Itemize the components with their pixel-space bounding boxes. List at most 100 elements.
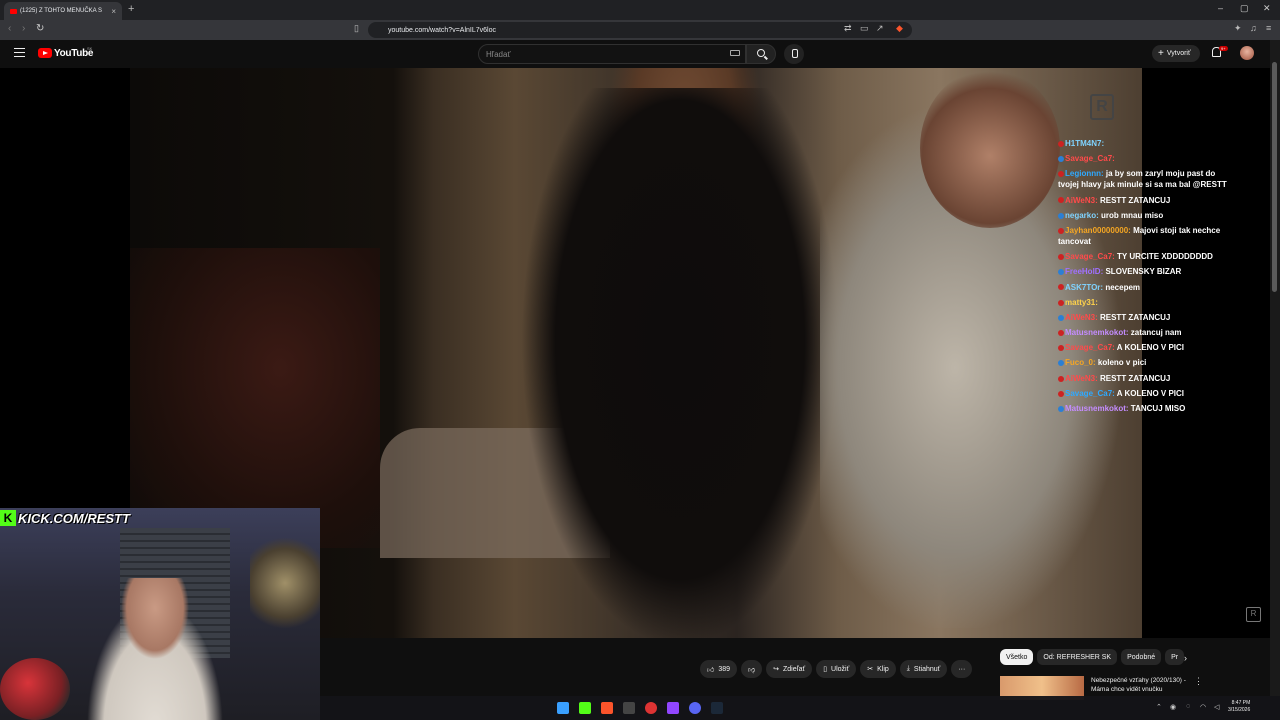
restt-watermark-icon: R <box>1090 94 1114 120</box>
windows-start-icon[interactable] <box>557 702 569 714</box>
chat-message: Legionnn: ja by som zaryl moju past do t… <box>1058 168 1228 190</box>
chat-badge-icon <box>1058 254 1064 261</box>
filter-chip[interactable]: Podobné <box>1121 649 1162 665</box>
more-actions-button[interactable]: ··· <box>951 660 973 678</box>
chat-message: Matusnemkokot: zatancuj nam <box>1058 327 1228 338</box>
app-icon[interactable] <box>623 702 635 714</box>
chat-badge-icon <box>1058 140 1064 147</box>
hamburger-menu-icon[interactable] <box>14 48 25 57</box>
discord-icon[interactable] <box>689 702 701 714</box>
clip-label: Klip <box>877 665 889 673</box>
page-scrollbar[interactable] <box>1270 40 1280 696</box>
chat-badge-icon <box>1058 390 1064 397</box>
kick-logo-icon: K <box>0 510 16 526</box>
bookmark-icon[interactable]: ▯ <box>354 23 359 34</box>
filter-chip[interactable]: Od: REFRESHER SK <box>1037 649 1118 665</box>
chat-text: zatancuj nam <box>1130 328 1182 338</box>
filter-chip[interactable]: Pr <box>1165 649 1185 665</box>
chat-badge-icon <box>1058 197 1064 204</box>
new-tab-button[interactable]: + <box>128 3 134 15</box>
reload-icon[interactable]: ↻ <box>36 23 44 34</box>
chat-text: RESTT ZATANCUJ <box>1099 312 1171 322</box>
kick-app-icon[interactable] <box>579 702 591 714</box>
filter-chip[interactable]: Všetko <box>1000 649 1034 665</box>
search-input[interactable]: Hľadať <box>478 44 746 64</box>
chat-text: TY URCITE XDDDDDDDD <box>1117 252 1213 262</box>
voice-search-icon[interactable] <box>784 44 804 64</box>
brave-shield-icon[interactable]: ◆ <box>896 23 903 34</box>
tray-wifi-icon[interactable]: ◠ <box>1200 703 1206 711</box>
chat-username: Matusnemkokot: <box>1065 404 1129 413</box>
tray-chevron-icon[interactable]: ⌃ <box>1156 703 1162 711</box>
create-button[interactable]: + Vytvoriť <box>1152 45 1200 62</box>
channel-watermark-icon[interactable]: R <box>1246 607 1261 622</box>
recommendation-title[interactable]: Nebezpečné vzťahy (2020/130) - Máma chce… <box>1091 676 1191 694</box>
url-field[interactable]: youtube.com/watch?v=AlnIL7v6loc <box>368 22 912 38</box>
chat-username: Savage_Ca7: <box>1065 252 1115 262</box>
save-icon: ▯ <box>823 666 828 673</box>
maximize-button[interactable]: ▢ <box>1240 3 1249 14</box>
youtube-logo-icon[interactable] <box>38 48 52 58</box>
window-close-button[interactable]: ✕ <box>1263 3 1271 14</box>
video-scene-woman <box>520 88 840 638</box>
save-label: Uložiť <box>831 665 850 673</box>
cast-icon[interactable]: ▭ <box>860 23 869 34</box>
download-button[interactable]: ⤓ Stiahnuť <box>899 660 948 678</box>
share-page-icon[interactable]: ↗ <box>876 23 884 34</box>
chat-username: H1TM4N7: <box>1065 139 1105 148</box>
twitch-icon[interactable] <box>667 702 679 714</box>
chat-username: FreeHolD: <box>1065 267 1104 277</box>
chat-badge-icon <box>1058 156 1064 163</box>
avatar[interactable] <box>1240 46 1254 60</box>
search-button[interactable] <box>746 44 776 64</box>
chat-message: H1TM4N7: <box>1058 138 1228 149</box>
save-button[interactable]: ▯ Uložiť <box>816 660 857 678</box>
chat-username: Savage_Ca7: <box>1065 343 1115 353</box>
keyboard-icon[interactable] <box>730 50 740 56</box>
clock[interactable]: 8:47 PM 3/15/2026 <box>1228 700 1250 714</box>
translate-icon[interactable]: ⇄ <box>844 23 852 34</box>
tab-title: (1225) Z TOHTO MENUČKA S <box>20 8 103 14</box>
tab-close-icon[interactable]: × <box>111 7 116 16</box>
dislike-button[interactable]: 👎︎ <box>741 660 763 678</box>
chat-badge-icon <box>1058 284 1064 291</box>
create-label: Vytvoriť <box>1166 50 1191 57</box>
minimize-button[interactable]: – <box>1218 3 1223 13</box>
clip-button[interactable]: ✂ Klip <box>860 660 896 678</box>
chat-username: Fuco_0: <box>1065 358 1096 368</box>
tray-network-icon[interactable]: ◌ <box>1186 703 1190 710</box>
chat-message: Savage_Ca7: <box>1058 153 1228 164</box>
scrollbar-thumb[interactable] <box>1272 62 1277 292</box>
media-icon[interactable]: ♫ <box>1250 23 1257 33</box>
chat-message: Savage_Ca7: A KOLENO V PICI <box>1058 388 1228 399</box>
tray-app-icon[interactable]: ◉ <box>1170 703 1176 711</box>
video-scene-left <box>130 248 380 548</box>
kick-banner: K KICK.COM/RESTT <box>0 509 130 527</box>
tray-volume-icon[interactable]: ◁ <box>1214 703 1219 711</box>
forward-icon[interactable]: › <box>22 23 25 34</box>
share-button[interactable]: ↪ Zdieľať <box>766 660 813 678</box>
chat-text: A KOLENO V PICI <box>1116 388 1185 398</box>
browser-tab[interactable]: (1225) Z TOHTO MENUČKA S × <box>4 2 122 20</box>
steam-icon[interactable] <box>711 702 723 714</box>
recommendation-more-icon[interactable]: ⋮ <box>1194 676 1203 687</box>
chat-username: AiWeN3: <box>1065 195 1098 205</box>
back-icon[interactable]: ‹ <box>8 23 11 34</box>
clock-date: 3/15/2026 <box>1228 707 1251 713</box>
opera-icon[interactable] <box>645 702 657 714</box>
extensions-icon[interactable]: ✦ <box>1234 23 1242 34</box>
filter-chips: Všetko Od: REFRESHER SK Podobné Pr <box>1000 649 1185 665</box>
chat-message: Savage_Ca7: TY URCITE XDDDDDDDD <box>1058 251 1228 262</box>
like-count: 389 <box>718 665 731 673</box>
chat-message: AiWeN3: RESTT ZATANCUJ <box>1058 312 1228 323</box>
chips-next-icon[interactable]: › <box>1184 653 1187 663</box>
country-code: SK <box>87 46 93 51</box>
chat-username: AiWeN3: <box>1065 312 1098 322</box>
brave-browser-icon[interactable] <box>601 702 613 714</box>
chat-message: Savage_Ca7: A KOLENO V PICI <box>1058 342 1228 353</box>
chat-badge-icon <box>1058 212 1064 219</box>
like-button[interactable]: 👍︎ 389 <box>700 660 738 678</box>
url-text: youtube.com/watch?v=AlnIL7v6loc <box>388 26 496 34</box>
chat-message: AiWeN3: RESTT ZATANCUJ <box>1058 195 1228 206</box>
menu-icon[interactable]: ≡ <box>1266 23 1271 33</box>
